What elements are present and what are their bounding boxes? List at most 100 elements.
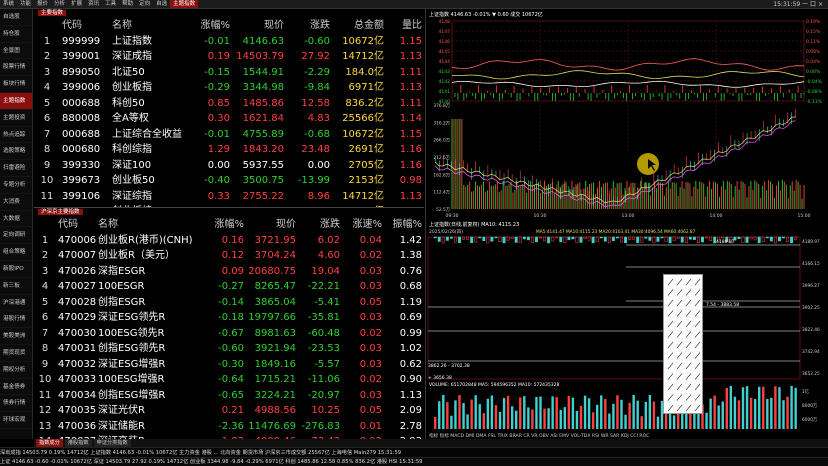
table-row[interactable]: 5 470028 创指ESGR -0.14 3865.04 -5.41 0.05 1.19 bbox=[34, 295, 424, 311]
indicator-bar[interactable]: 指标 指标 MACD DMI DMA FSL TRIX BRAR CR VR O… bbox=[429, 432, 649, 439]
table-cell: 1621.84 bbox=[242, 113, 284, 124]
table-row[interactable]: 4 399006 创业板指 -0.29 3344.98 -9.84 6971亿 1.13 bbox=[34, 80, 424, 96]
table-cell: 1.13 bbox=[399, 82, 422, 93]
menu-item-7[interactable]: 帮助 bbox=[119, 0, 136, 8]
table-row[interactable]: 6 880008 全A等权 0.30 1621.84 4.83 25566亿 1.14 bbox=[34, 111, 424, 127]
sidebar-item-23[interactable]: 债券行情 bbox=[0, 395, 32, 413]
col-header[interactable]: 现价 bbox=[246, 217, 298, 233]
table-row[interactable]: 9 399330 深证100 0.00 5937.55 0.00 2705亿 1.16 bbox=[34, 158, 424, 174]
window-controls[interactable]: 15:31:59 一 口 × bbox=[770, 0, 826, 8]
col-header[interactable]: 涨幅% bbox=[196, 217, 246, 233]
table-row[interactable]: 7 470030 100ESG领先R -0.67 8981.63 -60.48 0.02 0.… bbox=[34, 326, 424, 342]
candle bbox=[543, 236, 546, 242]
table-row[interactable]: 3 899050 北证50 -0.15 1544.91 -2.29 184.0亿 1.11 bbox=[34, 65, 424, 81]
col-header[interactable]: 振幅% bbox=[384, 217, 424, 233]
col-header[interactable]: 涨跌 bbox=[298, 217, 342, 233]
table-row[interactable]: 5 000688 科创50 0.85 1485.86 12.58 836.2亿 1.11 bbox=[34, 96, 424, 112]
menu-tab-1[interactable]: 自选 bbox=[153, 0, 170, 8]
menu-tab-0[interactable]: 定向 bbox=[136, 0, 153, 8]
table-cell: 7 bbox=[41, 327, 49, 339]
sidebar-item-4[interactable]: 板块行情 bbox=[0, 76, 32, 93]
sidebar-item-24[interactable]: 环球宏观 bbox=[0, 412, 32, 429]
table-row[interactable]: 12 470035 深证光伏R 0.21 4988.56 10.25 0.05 2.09 bbox=[34, 403, 424, 419]
col-header[interactable]: 涨跌 bbox=[286, 18, 332, 34]
table-row[interactable]: 11 470034 创指ESG增强R -0.65 3224.21 -20.97 0.03 1.… bbox=[34, 388, 424, 404]
sidebar-item-6[interactable]: 主题投资 bbox=[0, 110, 32, 127]
table-row[interactable]: 1 470006 创业板R(港币)(CNH) 0.16 3721.95 6.02 0.04 1… bbox=[34, 233, 424, 249]
col-header[interactable]: 总金额 bbox=[332, 18, 386, 34]
table-row[interactable]: 3 470026 深指ESGR 0.09 20680.75 19.04 0.03 0.76 bbox=[34, 264, 424, 280]
sidebar-item-21[interactable]: 期权分析 bbox=[0, 362, 32, 379]
menu-item-2[interactable]: 报价 bbox=[34, 0, 51, 8]
candle bbox=[502, 236, 506, 244]
sidebar-item-9[interactable]: 扫雷避险 bbox=[0, 160, 32, 177]
candle bbox=[433, 236, 437, 239]
kline-vol-bar bbox=[446, 402, 449, 429]
table-row[interactable]: 7 000688 上证综合全收益 -0.01 4755.89 -0.68 10672亿 1.1… bbox=[34, 127, 424, 143]
sidebar-item-7[interactable]: 热点追踪 bbox=[0, 127, 32, 144]
sidebar-item-19[interactable]: 美股美洲 bbox=[0, 328, 32, 345]
table-row[interactable]: 8 470031 创指ESG领先R -0.60 3921.94 -23.53 0.03 1.0… bbox=[34, 341, 424, 357]
sidebar-item-11[interactable]: 大消费 bbox=[0, 194, 32, 211]
table-row[interactable]: 11 399106 深证综指 0.33 2755.22 8.96 14712亿 1.13 bbox=[34, 189, 424, 205]
col-header[interactable]: 量比 bbox=[386, 18, 424, 34]
label-2: + 3656.38 bbox=[428, 375, 452, 381]
sidebar-item-17[interactable]: 沪深港通 bbox=[0, 295, 32, 312]
table-cell: 2691亿 bbox=[348, 144, 384, 155]
table-row[interactable]: 2 470007 创业板R（美元） 0.12 3704.24 4.60 0.02 1.38 bbox=[34, 248, 424, 264]
sidebar-item-12[interactable]: 大数据 bbox=[0, 211, 32, 228]
menu-item-0[interactable]: 系统 bbox=[0, 0, 17, 8]
sidebar-item-2[interactable]: 全景图 bbox=[0, 43, 32, 60]
table-row[interactable]: 4 470027 100ESGR -0.27 8265.47 -22.21 0.03 0.68 bbox=[34, 279, 424, 295]
sidebar-item-0[interactable]: 自选股 bbox=[0, 9, 32, 26]
vol-label: 376.8万 bbox=[433, 103, 450, 109]
table-cell: -60.48 bbox=[307, 327, 340, 339]
table-row[interactable]: 10 399673 创业板50 -0.40 3500.75 -13.99 2153亿 0.98 bbox=[34, 173, 424, 189]
table-cell: 3500.75 bbox=[242, 175, 284, 186]
col-header[interactable]: 现价 bbox=[232, 18, 286, 34]
chart-svg[interactable]: 上证指数 4146.63 -0.01% ▼ 0.60 成交 10672亿4148… bbox=[426, 9, 828, 439]
col-header[interactable]: 涨幅% bbox=[182, 18, 232, 34]
menu-item-1[interactable]: 功能 bbox=[17, 0, 34, 8]
sidebar-item-14[interactable]: 组合策略 bbox=[0, 244, 32, 261]
sidebar-item-20[interactable]: 期货现货 bbox=[0, 345, 32, 362]
sidebar-item-10[interactable]: 专题分析 bbox=[0, 177, 32, 194]
table-row[interactable]: 6 470029 深证ESG领先R -0.18 19797.66 -35.81 0.03 0.… bbox=[34, 310, 424, 326]
sidebar-item-15[interactable]: 新股IPO bbox=[0, 261, 32, 278]
kline-frame bbox=[427, 236, 801, 380]
sidebar-item-22[interactable]: 基金债券 bbox=[0, 379, 32, 396]
sidebar-item-13[interactable]: 定向调研 bbox=[0, 227, 32, 245]
col-header[interactable]: 代码 bbox=[60, 18, 110, 34]
col-header[interactable]: 名称 bbox=[96, 217, 196, 233]
menu-item-3[interactable]: 分析 bbox=[51, 0, 68, 8]
table-row[interactable]: 13 470036 深证储能R -2.36 11476.69 -276.83 0.01 2.7… bbox=[34, 419, 424, 435]
sidebar-item-16[interactable]: 新三板 bbox=[0, 278, 32, 295]
table-cell: 6971亿 bbox=[348, 82, 384, 93]
y-label-left: 4144 bbox=[439, 59, 451, 65]
table-row[interactable]: 8 000680 科创综指 1.29 1843.20 23.48 2691亿 1.16 bbox=[34, 142, 424, 158]
menu-item-6[interactable]: 工具 bbox=[102, 0, 119, 8]
table-cell: 创指ESGR bbox=[98, 296, 146, 308]
sidebar-item-18[interactable]: 港股行情 bbox=[0, 311, 32, 329]
draw-tool-glyph bbox=[694, 331, 701, 338]
sidebar-item-8[interactable]: 选股策略 bbox=[0, 143, 32, 161]
table-cell: 25566亿 bbox=[342, 113, 384, 124]
table-row[interactable]: 10 470033 100ESG增强R -0.64 1715.21 -11.06 0.02 0… bbox=[34, 372, 424, 388]
main-index-table[interactable]: 代码 名称 涨幅% 现价 涨跌 总金额 量比 1 999999 上证指数 -0.01 4146.63… bbox=[34, 18, 424, 220]
menu-tab-2[interactable]: 主题指数 bbox=[170, 0, 199, 8]
col-header[interactable]: 代码 bbox=[56, 217, 96, 233]
index-list-table[interactable]: 代码 名称 涨幅% 现价 涨跌 涨速% 振幅% 1 470006 创业板R(港币)(CNH) 0.… bbox=[34, 217, 424, 450]
col-header[interactable]: 名称 bbox=[110, 18, 182, 34]
menu-item-4[interactable]: 扩展 bbox=[68, 0, 85, 8]
table-cell: 创业板R（美元） bbox=[98, 250, 175, 261]
sidebar-item-5[interactable]: 主题指数 bbox=[0, 92, 32, 110]
drawing-toolbox[interactable] bbox=[663, 274, 703, 414]
sidebar-item-3[interactable]: 股票行情 bbox=[0, 59, 32, 77]
kline-vol-bar bbox=[470, 399, 473, 429]
table-row[interactable]: 9 470032 深证ESG增强R -0.30 1849.16 -5.57 0.03 0.62 bbox=[34, 357, 424, 373]
col-header[interactable]: 涨速% bbox=[342, 217, 384, 233]
table-row[interactable]: 2 399001 深证成指 0.19 14503.79 27.92 14712亿 1.13 bbox=[34, 49, 424, 65]
table-row[interactable]: 1 999999 上证指数 -0.01 4146.63 -0.60 10672亿 1.15 bbox=[34, 34, 424, 50]
sidebar-item-1[interactable]: 持仓股 bbox=[0, 26, 32, 43]
menu-item-5[interactable]: 资讯 bbox=[85, 0, 102, 8]
